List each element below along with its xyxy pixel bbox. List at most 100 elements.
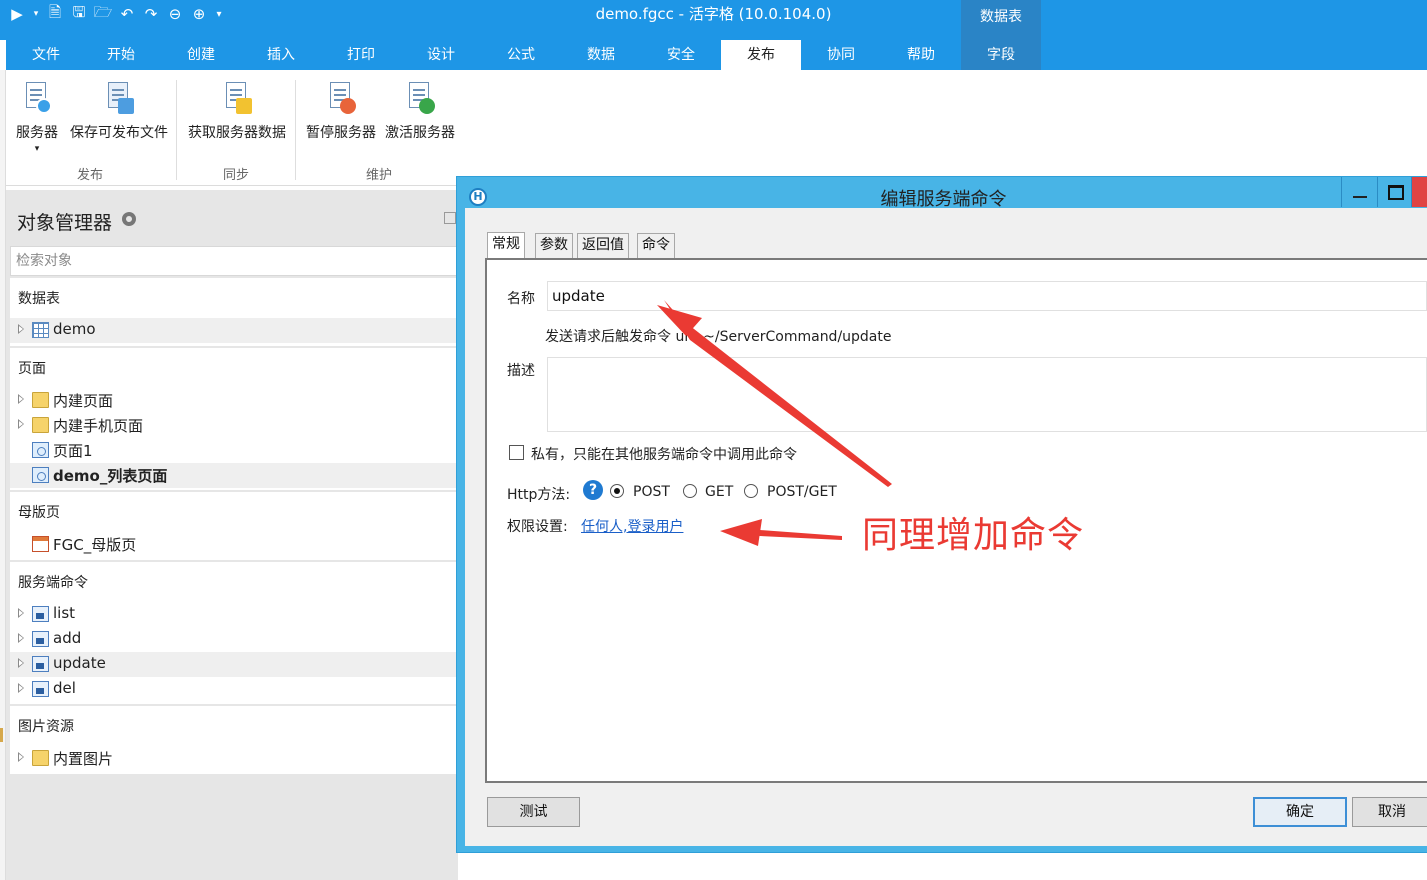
tree-node[interactable]: FGC_母版页 (10, 532, 458, 557)
server-button[interactable]: 服务器 ▾ (12, 80, 62, 154)
cancel-button[interactable]: 取消 (1352, 797, 1427, 827)
activate-server-button[interactable]: 激活服务器 (381, 80, 459, 142)
fetch-data-icon (220, 80, 254, 116)
tree-node-label: update (53, 654, 106, 672)
tree-node-label: demo_列表页面 (53, 467, 168, 485)
tab-collaborate[interactable]: 协同 (801, 40, 881, 70)
section-commands: 服务端命令 list add update del (10, 562, 458, 704)
radio-get[interactable] (683, 484, 697, 498)
tree-node[interactable]: update (10, 652, 458, 677)
pause-server-icon (324, 80, 358, 116)
tree-node-label: 内建手机页面 (53, 417, 144, 435)
tree-node[interactable]: 内置图片 (10, 746, 458, 771)
dialog-tab-params[interactable]: 参数 (535, 233, 573, 258)
tab-security[interactable]: 安全 (641, 40, 721, 70)
tree-node-label: 页面1 (53, 442, 93, 460)
left-edge-marker (0, 728, 3, 742)
table-icon (32, 322, 49, 338)
tab-publish[interactable]: 发布 (721, 40, 801, 70)
permission-label: 权限设置: (507, 519, 568, 535)
server-button-label: 服务器 (16, 125, 58, 141)
dialog-tab-general[interactable]: 常规 (487, 232, 525, 259)
name-input[interactable]: update (547, 281, 1427, 311)
expand-icon[interactable] (18, 324, 24, 334)
expand-icon[interactable] (18, 752, 24, 762)
command-icon (32, 631, 49, 647)
expand-icon[interactable] (18, 419, 24, 429)
close-button[interactable] (1411, 177, 1427, 207)
maximize-button[interactable] (1377, 177, 1411, 207)
section-title: 图片资源 (18, 719, 74, 735)
dialog-tab-commands[interactable]: 命令 (637, 233, 675, 258)
tree-node-label: 内置图片 (53, 750, 114, 768)
activate-server-label: 激活服务器 (385, 125, 455, 141)
expand-icon[interactable] (18, 658, 24, 668)
help-icon[interactable]: ? (583, 480, 603, 500)
server-icon (20, 80, 54, 116)
expand-icon[interactable] (18, 633, 24, 643)
ribbon-panel: 服务器 ▾ 保存可发布文件 获取服务器数据 暂停服务器 激活服务器 发布 同步 … (6, 70, 464, 186)
permission-link[interactable]: 任何人,登录用户 (581, 516, 683, 536)
tab-create[interactable]: 创建 (161, 40, 241, 70)
expand-icon[interactable] (18, 394, 24, 404)
collapse-icon[interactable] (444, 212, 456, 224)
ribbon-separator (176, 80, 177, 180)
tab-print[interactable]: 打印 (321, 40, 401, 70)
tab-insert[interactable]: 插入 (241, 40, 321, 70)
tree-node[interactable]: 内建手机页面 (10, 413, 458, 438)
radio-post-get-label: POST/GET (767, 484, 837, 500)
tab-data[interactable]: 数据 (561, 40, 641, 70)
tab-help[interactable]: 帮助 (881, 40, 961, 70)
save-publish-label: 保存可发布文件 (70, 125, 168, 141)
tree-node[interactable]: 页面1 (10, 438, 458, 463)
private-checkbox[interactable] (509, 445, 524, 460)
folder-icon (32, 392, 49, 408)
tree-node-label: demo (53, 320, 96, 338)
fetch-data-button[interactable]: 获取服务器数据 (182, 80, 292, 142)
ribbon-tabs: 文件 开始 创建 插入 打印 设计 公式 数据 安全 发布 协同 帮助 字段 (6, 40, 1427, 70)
tab-file[interactable]: 文件 (6, 40, 86, 70)
ribbon-group-maintain: 维护 (365, 168, 392, 183)
section-title: 服务端命令 (18, 575, 88, 591)
radio-post[interactable] (610, 484, 624, 498)
ribbon-group-sync: 同步 (222, 168, 249, 183)
master-page-icon (32, 536, 49, 552)
pause-server-label: 暂停服务器 (306, 125, 376, 141)
name-label: 名称 (507, 291, 535, 307)
activate-server-icon (403, 80, 437, 116)
save-publish-button[interactable]: 保存可发布文件 (64, 80, 174, 142)
expand-icon[interactable] (18, 683, 24, 693)
pause-server-button[interactable]: 暂停服务器 (302, 80, 380, 142)
section-masters: 母版页 FGC_母版页 (10, 492, 458, 560)
dialog-tab-returns[interactable]: 返回值 (577, 233, 629, 258)
radio-get-label: GET (705, 484, 734, 500)
description-input[interactable] (547, 357, 1427, 432)
tree-node-label: 内建页面 (53, 392, 114, 410)
radio-post-get[interactable] (744, 484, 758, 498)
tab-design[interactable]: 设计 (401, 40, 481, 70)
tab-fields[interactable]: 字段 (961, 40, 1041, 70)
tree-node[interactable]: demo (10, 318, 458, 343)
url-hint: 发送请求后触发命令 url: ~/ServerCommand/update (545, 329, 892, 345)
ok-button[interactable]: 确定 (1253, 797, 1347, 827)
page-icon (32, 442, 49, 458)
annotation-text: 同理增加命令 (862, 515, 1085, 556)
expand-icon[interactable] (18, 608, 24, 618)
tab-home[interactable]: 开始 (81, 40, 161, 70)
tree-node[interactable]: del (10, 677, 458, 702)
tree-node[interactable]: 内建页面 (10, 388, 458, 413)
object-search-input[interactable]: 检索对象 (10, 246, 458, 276)
gear-icon[interactable] (122, 212, 136, 226)
title-bar: ▶ ▾ 🗎 🖫 🗁 ↶ ↷ ⊖ ⊕ ▾ demo.fgcc - 活字格 (10.… (0, 0, 1427, 40)
command-icon (32, 606, 49, 622)
tree-node[interactable]: add (10, 627, 458, 652)
test-button[interactable]: 测试 (487, 797, 580, 827)
tab-formula[interactable]: 公式 (481, 40, 561, 70)
section-tables: 数据表 demo (10, 278, 458, 346)
tree-node-selected[interactable]: demo_列表页面 (10, 463, 458, 488)
object-manager-title: 对象管理器 (17, 212, 113, 234)
radio-post-label: POST (633, 484, 670, 500)
tree-node[interactable]: list (10, 602, 458, 627)
section-pages: 页面 内建页面 内建手机页面 页面1 demo_列表页面 (10, 348, 458, 490)
minimize-button[interactable] (1341, 177, 1377, 207)
